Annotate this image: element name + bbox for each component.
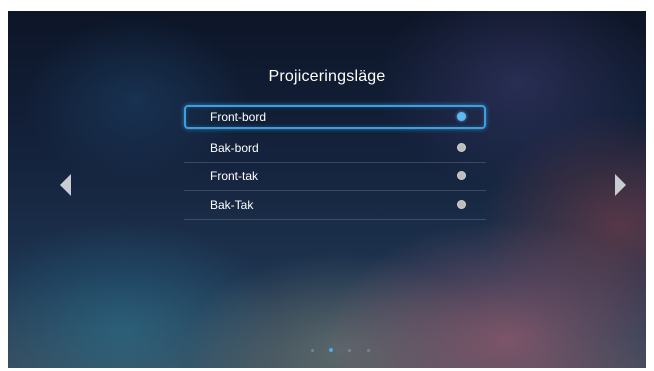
page-dot-active[interactable] — [329, 348, 333, 352]
radio-unselected-icon — [457, 200, 466, 209]
projector-settings-screen: Projiceringsläge Front-bord Bak-bord Fro… — [8, 11, 646, 368]
radio-selected-icon — [457, 112, 466, 121]
divider — [184, 162, 486, 163]
arrow-left-icon[interactable] — [60, 174, 71, 196]
option-front-tak[interactable]: Front-tak — [184, 164, 486, 188]
divider — [184, 219, 486, 220]
option-bak-tak[interactable]: Bak-Tak — [184, 193, 486, 217]
option-label: Front-bord — [210, 110, 267, 124]
option-label: Bak-bord — [210, 141, 259, 155]
radio-unselected-icon — [457, 171, 466, 180]
radio-unselected-icon — [457, 143, 466, 152]
option-label: Front-tak — [210, 169, 259, 183]
page-dot[interactable] — [348, 349, 351, 352]
page-dot[interactable] — [367, 349, 370, 352]
divider — [184, 190, 486, 191]
arrow-right-icon[interactable] — [615, 174, 626, 196]
option-front-bord[interactable]: Front-bord — [184, 105, 486, 129]
page-indicator — [311, 348, 381, 354]
menu-title: Projiceringsläge — [268, 68, 386, 85]
option-label: Bak-Tak — [210, 198, 254, 212]
option-bak-bord[interactable]: Bak-bord — [184, 136, 486, 160]
page-dot[interactable] — [311, 349, 314, 352]
